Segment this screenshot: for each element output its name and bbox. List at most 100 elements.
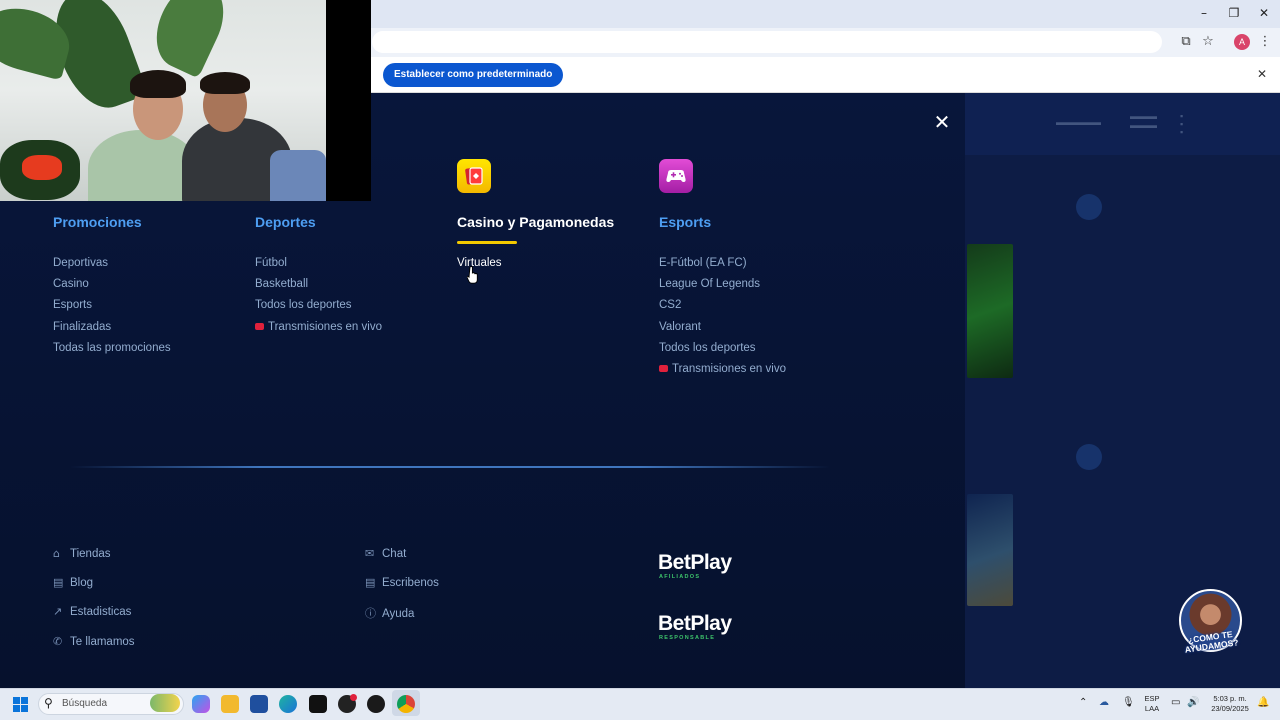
- phone-icon: ✆: [53, 635, 63, 648]
- address-bar[interactable]: [372, 31, 1162, 53]
- set-default-button[interactable]: Establecer como predeterminado: [383, 63, 564, 87]
- network-icon[interactable]: ▭: [1171, 697, 1180, 708]
- language-indicator[interactable]: ESP LAA: [1142, 694, 1162, 714]
- footer-link-te-llamamos[interactable]: ✆ Te llamamos: [53, 635, 135, 648]
- person-jeans: [270, 150, 326, 201]
- tiktok-icon[interactable]: [309, 695, 327, 713]
- person-1-hair: [130, 70, 186, 98]
- microphone-icon[interactable]: 🎙: [1122, 697, 1135, 708]
- volume-icon[interactable]: 🔊: [1187, 697, 1199, 708]
- minimize-button[interactable]: –: [1194, 4, 1214, 22]
- betplay-responsable-logo[interactable]: BetPlay: [658, 613, 732, 635]
- live-icon: [255, 323, 264, 330]
- chart-icon: ↗: [53, 605, 63, 618]
- person-2-hair: [200, 72, 250, 94]
- restore-button[interactable]: ❐: [1224, 4, 1244, 22]
- footer-link-label: Tiendas: [70, 548, 111, 560]
- menu-link-finalizadas[interactable]: Finalizadas: [53, 320, 111, 334]
- site-header-link: ▬▬▬▬▬: [1056, 117, 1101, 127]
- install-app-icon[interactable]: ⧉: [1178, 34, 1194, 50]
- footer-link-label: Estadisticas: [70, 606, 132, 618]
- widget-icon[interactable]: [150, 694, 180, 712]
- edge-icon[interactable]: [279, 695, 297, 713]
- footer-link-tiendas[interactable]: ⌂ Tiendas: [53, 547, 111, 560]
- taskbar-search-placeholder: Búsqueda: [62, 698, 108, 709]
- hand-cursor-icon: [467, 266, 478, 284]
- footer-link-escribenos[interactable]: ▤ Escribenos: [365, 576, 439, 589]
- footer-link-blog[interactable]: ▤ Blog: [53, 576, 93, 589]
- copilot-icon[interactable]: [192, 695, 210, 713]
- footer-link-label: Chat: [382, 548, 407, 560]
- menu-link-lol[interactable]: League Of Legends: [659, 277, 760, 291]
- onedrive-icon[interactable]: ☁: [1099, 697, 1109, 708]
- location-app-icon[interactable]: [367, 695, 385, 713]
- footer-link-estadisticas[interactable]: ↗ Estadisticas: [53, 605, 131, 618]
- document-icon: ▤: [53, 576, 64, 589]
- menu-link-deportivas[interactable]: Deportivas: [53, 256, 108, 270]
- help-icon: ⓘ: [365, 607, 376, 620]
- clock[interactable]: 5:03 p. m. 23/09/2025: [1206, 694, 1254, 714]
- home-icon: ⌂: [53, 547, 60, 560]
- menu-link-futbol[interactable]: Fútbol: [255, 256, 287, 270]
- footer-link-label: Escribenos: [382, 577, 439, 589]
- site-header: [965, 93, 1280, 155]
- site-header-link: ▬▬▬ ▬▬▬: [1130, 111, 1157, 130]
- file-explorer-icon[interactable]: [221, 695, 239, 713]
- betplay-afiliados-logo[interactable]: BetPlay: [658, 552, 732, 574]
- deportes-title[interactable]: Deportes: [255, 214, 316, 230]
- notification-badge: [350, 694, 357, 701]
- close-menu-icon[interactable]: ✕: [932, 111, 952, 133]
- menu-link-label: Transmisiones en vivo: [672, 363, 786, 375]
- footer-link-chat[interactable]: ✉ Chat: [365, 547, 406, 560]
- clock-date: 23/09/2025: [1211, 704, 1249, 713]
- menu-link-todos-deportes[interactable]: Todos los deportes: [255, 298, 352, 312]
- show-hidden-icons-icon[interactable]: ⌃: [1079, 697, 1087, 708]
- infobar-close-icon[interactable]: ✕: [1255, 67, 1269, 83]
- menu-link-efutbol[interactable]: E-Fútbol (EA FC): [659, 256, 747, 270]
- footer-link-label: Te llamamos: [70, 636, 135, 648]
- red-cushion: [22, 155, 62, 180]
- site-banner-image: [967, 494, 1013, 606]
- menu-link-todos-deportes-esports[interactable]: Todos los deportes: [659, 341, 756, 355]
- live-icon: [659, 365, 668, 372]
- search-icon: ⚲: [44, 696, 53, 710]
- chat-icon: ✉: [365, 547, 375, 560]
- menu-link-cs2[interactable]: CS2: [659, 298, 681, 312]
- store-icon[interactable]: [250, 695, 268, 713]
- browser-menu-icon[interactable]: ⋮: [1257, 34, 1273, 50]
- clock-time: 5:03 p. m.: [1213, 694, 1247, 703]
- menu-link-esports[interactable]: Esports: [53, 298, 92, 312]
- menu-link-basketball[interactable]: Basketball: [255, 277, 308, 291]
- casino-title[interactable]: Casino y Pagamonedas: [457, 214, 614, 230]
- footer-link-ayuda[interactable]: ⓘ Ayuda: [365, 605, 414, 621]
- notifications-bell-icon[interactable]: 🔔: [1257, 697, 1269, 708]
- profile-avatar[interactable]: A: [1234, 34, 1250, 50]
- betplay-responsable-sub: RESPONSABLE: [659, 635, 716, 641]
- windows-start-icon[interactable]: [13, 697, 29, 713]
- active-tab-underline: [457, 241, 517, 244]
- esports-title[interactable]: Esports: [659, 214, 711, 230]
- footer-link-label: Ayuda: [382, 608, 415, 620]
- keyboard-layout: LAA: [1144, 704, 1160, 713]
- menu-link-label: Transmisiones en vivo: [268, 321, 382, 333]
- bookmark-star-icon[interactable]: ☆: [1200, 34, 1216, 50]
- close-window-button[interactable]: ✕: [1254, 4, 1274, 22]
- promociones-title[interactable]: Promociones: [53, 214, 142, 230]
- plant-leaf: [143, 0, 237, 79]
- menu-link-virtuales[interactable]: Virtuales: [457, 256, 502, 270]
- menu-link-transmisiones-esports[interactable]: Transmisiones en vivo: [659, 362, 786, 376]
- menu-divider: [70, 466, 830, 468]
- site-dot: [1076, 444, 1102, 470]
- webcam-black-bar: [326, 0, 371, 201]
- menu-link-valorant[interactable]: Valorant: [659, 320, 701, 334]
- chrome-icon[interactable]: [397, 695, 415, 713]
- menu-link-transmisiones[interactable]: Transmisiones en vivo: [255, 320, 382, 334]
- webcam-overlay: [0, 0, 326, 201]
- betplay-afiliados-sub: AFILIADOS: [659, 574, 701, 580]
- site-banner-image: [967, 244, 1013, 378]
- language-code: ESP: [1144, 694, 1160, 703]
- menu-link-todas-promociones[interactable]: Todas las promociones: [53, 341, 171, 355]
- menu-link-casino[interactable]: Casino: [53, 277, 89, 291]
- footer-link-label: Blog: [70, 577, 94, 589]
- site-dot: [1076, 194, 1102, 220]
